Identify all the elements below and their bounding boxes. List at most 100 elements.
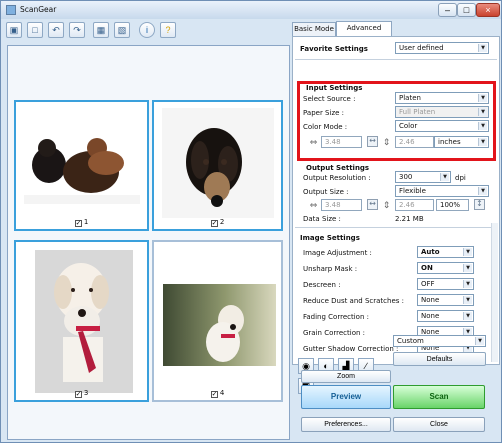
window-title: ScanGear bbox=[20, 5, 57, 14]
image-adjustment-dropdown[interactable]: Auto ▼ bbox=[417, 246, 474, 258]
tab-basic-mode[interactable]: Basic Mode bbox=[292, 22, 336, 36]
rotate-right-icon[interactable]: ↷ bbox=[69, 22, 85, 38]
thumbnail-checkbox[interactable]: ✓ bbox=[210, 391, 218, 398]
whole-image-icon[interactable]: ▧ bbox=[114, 22, 130, 38]
preview-button[interactable]: Preview bbox=[301, 385, 391, 409]
close-button[interactable]: Close bbox=[393, 417, 485, 432]
small-labrador-photo bbox=[163, 284, 276, 366]
preview-area: ✓ 1 ✓ 2 ✓ 3 ✓ 4 bbox=[7, 45, 290, 440]
fading-correction-dropdown[interactable]: None ▼ bbox=[417, 310, 474, 322]
fading-correction-label: Fading Correction : bbox=[303, 313, 369, 321]
info-icon[interactable]: i bbox=[139, 22, 155, 38]
select-source-label: Select Source : bbox=[303, 95, 356, 103]
labrador-photo bbox=[35, 250, 133, 393]
data-size-label: Data Size : bbox=[303, 215, 341, 223]
dust-scratches-dropdown[interactable]: None ▼ bbox=[417, 294, 474, 306]
dpi-label: dpi bbox=[455, 174, 466, 182]
thumbnail-caption-4: ✓ 4 bbox=[210, 389, 225, 398]
thumbnail-checkbox[interactable]: ✓ bbox=[210, 220, 218, 227]
chevron-down-icon: ▼ bbox=[463, 312, 472, 320]
data-size-value: 2.21 MB bbox=[395, 215, 424, 223]
thumbnail-icon[interactable]: ▦ bbox=[93, 22, 109, 38]
chevron-down-icon: ▼ bbox=[463, 264, 472, 272]
height-icon: ⇕ bbox=[382, 138, 391, 148]
output-width-field[interactable]: 3.48 bbox=[321, 199, 362, 211]
tab-advanced-mode[interactable]: Advanced Mode bbox=[336, 21, 392, 45]
dachshund-photo bbox=[162, 108, 274, 218]
two-dogs-photo bbox=[24, 120, 140, 204]
thumbnail-3[interactable]: ✓ 3 bbox=[14, 240, 149, 402]
close-window-button[interactable]: × bbox=[476, 3, 500, 17]
title-bar: ScanGear – □ × bbox=[1, 1, 501, 19]
page-icon[interactable]: □ bbox=[27, 22, 43, 38]
thumbnail-checkbox[interactable]: ✓ bbox=[74, 220, 82, 227]
favorite-settings-select[interactable]: User defined ▼ bbox=[395, 42, 489, 54]
paper-size-dropdown[interactable]: Full Platen ▼ bbox=[395, 106, 489, 118]
output-size-dropdown[interactable]: Flexible ▼ bbox=[395, 185, 489, 197]
scanner-app-icon bbox=[6, 5, 16, 15]
help-icon[interactable]: ? bbox=[160, 22, 176, 38]
minimize-button[interactable]: – bbox=[438, 3, 457, 17]
thumbnail-1[interactable]: ✓ 1 bbox=[14, 100, 149, 231]
scale-adjust-icon[interactable]: ↕ bbox=[474, 199, 485, 210]
image-adjustment-label: Image Adjustment : bbox=[303, 249, 372, 257]
scan-button[interactable]: Scan bbox=[393, 385, 485, 409]
chevron-down-icon: ▼ bbox=[478, 108, 487, 116]
dust-scratches-label: Reduce Dust and Scratches : bbox=[303, 297, 404, 305]
output-resolution-dropdown[interactable]: 300 ▼ bbox=[395, 171, 451, 183]
divider bbox=[295, 227, 497, 228]
output-height-field[interactable]: 2.46 bbox=[395, 199, 434, 211]
zoom-button[interactable]: Zoom bbox=[301, 370, 391, 383]
output-size-label: Output Size : bbox=[303, 188, 349, 196]
chevron-down-icon: ▼ bbox=[463, 248, 472, 256]
chevron-down-icon: ▼ bbox=[478, 187, 487, 195]
color-settings-custom-select[interactable]: Custom ▼ bbox=[393, 335, 486, 347]
thumbnail-caption-1: ✓ 1 bbox=[74, 218, 89, 227]
thumbnail-caption-3: ✓ 3 bbox=[74, 389, 89, 398]
output-link-icon[interactable]: ↔ bbox=[367, 199, 378, 210]
image-settings-title: Image Settings bbox=[300, 234, 360, 242]
maximize-button[interactable]: □ bbox=[457, 3, 476, 17]
descreen-dropdown[interactable]: OFF ▼ bbox=[417, 278, 474, 290]
chevron-down-icon: ▼ bbox=[478, 138, 487, 146]
advanced-settings-panel: Favorite Settings User defined ▼ Input Se… bbox=[292, 36, 500, 365]
chevron-down-icon: ▼ bbox=[478, 44, 487, 52]
scangear-window: ScanGear – □ × ▣ □ ↶ ↷ ▦ ▧ i ? ✓ 1 ✓ 2 ✓… bbox=[0, 0, 502, 443]
chevron-down-icon: ▼ bbox=[440, 173, 449, 181]
unit-dropdown[interactable]: inches ▼ bbox=[434, 136, 489, 148]
divider bbox=[295, 59, 497, 60]
output-settings-title: Output Settings bbox=[306, 164, 370, 172]
chevron-down-icon: ▼ bbox=[463, 296, 472, 304]
output-width-icon: ⇔ bbox=[309, 201, 318, 211]
thumbnail-caption-2: ✓ 2 bbox=[210, 218, 225, 227]
unsharp-mask-label: Unsharp Mask : bbox=[303, 265, 358, 273]
width-icon: ⇔ bbox=[309, 138, 318, 148]
paper-size-label: Paper Size : bbox=[303, 109, 345, 117]
output-resolution-label: Output Resolution : bbox=[303, 174, 371, 182]
defaults-button[interactable]: Defaults bbox=[393, 352, 486, 366]
chevron-down-icon: ▼ bbox=[475, 337, 484, 345]
color-mode-dropdown[interactable]: Color ▼ bbox=[395, 120, 489, 132]
settings-scrollbar[interactable] bbox=[491, 223, 498, 362]
unsharp-mask-dropdown[interactable]: ON ▼ bbox=[417, 262, 474, 274]
preferences-button[interactable]: Preferences... bbox=[301, 417, 391, 432]
rotate-left-icon[interactable]: ↶ bbox=[48, 22, 64, 38]
thumbnail-checkbox[interactable]: ✓ bbox=[74, 391, 82, 398]
scan-icon[interactable]: ▣ bbox=[6, 22, 22, 38]
input-settings-title: Input Settings bbox=[306, 84, 363, 92]
thumbnail-4[interactable]: ✓ 4 bbox=[152, 240, 283, 402]
chevron-down-icon: ▼ bbox=[463, 280, 472, 288]
descreen-label: Descreen : bbox=[303, 281, 341, 289]
output-height-icon: ⇕ bbox=[382, 201, 391, 211]
select-source-dropdown[interactable]: Platen ▼ bbox=[395, 92, 489, 104]
input-width-field[interactable]: 3.48 bbox=[321, 136, 362, 148]
chevron-down-icon: ▼ bbox=[478, 94, 487, 102]
color-mode-label: Color Mode : bbox=[303, 123, 348, 131]
scale-field[interactable]: 100% bbox=[436, 199, 469, 211]
chevron-down-icon: ▼ bbox=[478, 122, 487, 130]
input-height-field[interactable]: 2.46 bbox=[395, 136, 434, 148]
thumbnail-2[interactable]: ✓ 2 bbox=[152, 100, 283, 231]
gutter-shadow-label: Gutter Shadow Correction : bbox=[303, 345, 399, 353]
preview-toolbar: ▣ □ ↶ ↷ ▦ ▧ i ? bbox=[6, 20, 286, 42]
aspect-lock-icon[interactable]: ↔ bbox=[367, 136, 378, 147]
